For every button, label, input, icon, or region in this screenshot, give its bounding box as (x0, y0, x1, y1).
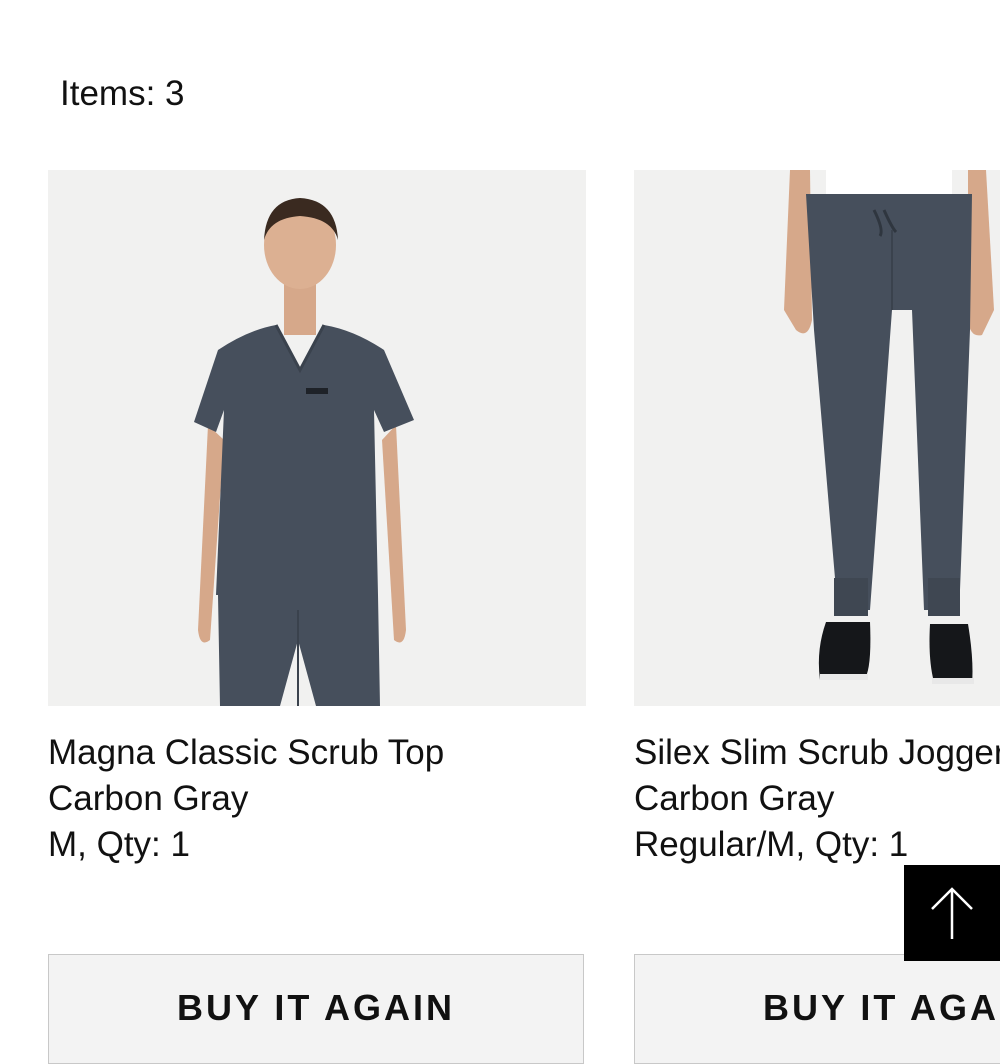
product-card[interactable]: Magna Classic Scrub Top Carbon Gray M, Q… (48, 170, 586, 1064)
product-size-qty: M, Qty: 1 (48, 825, 190, 864)
scrub-jogger-photo (634, 170, 1000, 706)
product-image[interactable] (634, 170, 1000, 706)
arrow-up-icon (931, 887, 973, 939)
buy-it-again-button[interactable]: BUY IT AGAIN (48, 954, 584, 1064)
product-image[interactable] (48, 170, 586, 706)
buy-it-again-button[interactable]: BUY IT AGAIN (634, 954, 1000, 1064)
product-name[interactable]: Magna Classic Scrub Top (48, 730, 586, 776)
items-count: Items: 3 (60, 74, 185, 113)
product-color: Carbon Gray (48, 779, 249, 818)
buy-it-again-label: BUY IT AGAIN (176, 987, 455, 1028)
product-color: Carbon Gray (634, 779, 835, 818)
scrub-top-photo (48, 170, 586, 706)
buy-it-again-label: BUY IT AGAIN (762, 987, 1000, 1028)
product-size-qty: Regular/M, Qty: 1 (634, 825, 909, 864)
scroll-to-top-button[interactable] (904, 865, 1000, 961)
product-name[interactable]: Silex Slim Scrub Joggers (634, 730, 1000, 776)
